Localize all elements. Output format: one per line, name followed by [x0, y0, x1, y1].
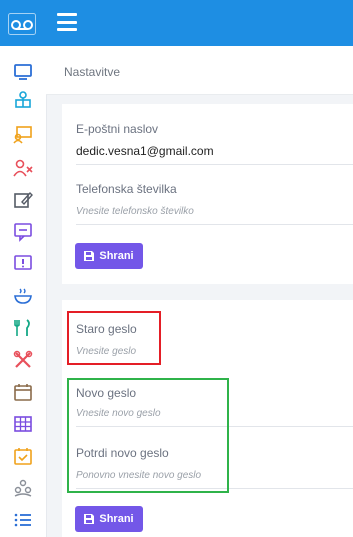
edit-icon[interactable]: [13, 190, 33, 210]
list-icon[interactable]: [13, 510, 33, 530]
save-contact-button[interactable]: Shrani: [75, 243, 143, 269]
floppy-disk-icon: [84, 251, 95, 261]
save-password-button[interactable]: Shrani: [75, 506, 143, 532]
person-tree-icon[interactable]: [13, 90, 33, 110]
sidebar: [0, 46, 47, 537]
voicemail-logo-icon[interactable]: [8, 13, 36, 35]
email-field-underline: [76, 164, 353, 165]
monitor-icon[interactable]: [13, 62, 33, 82]
save-contact-label: Shrani: [99, 250, 134, 262]
phone-field[interactable]: Vnesite telefonsko številko: [76, 206, 194, 217]
floppy-disk-icon: [84, 514, 95, 524]
hamburger-icon[interactable]: [57, 13, 77, 31]
kitchen-icon[interactable]: [13, 318, 33, 338]
breadcrumb: Nastavitve: [46, 46, 353, 95]
email-label: E-poštni naslov: [76, 122, 159, 136]
calendar-check-icon[interactable]: [13, 446, 33, 466]
calendar-icon[interactable]: [13, 382, 33, 402]
phone-field-underline: [76, 224, 353, 225]
alert-message-icon[interactable]: [13, 254, 33, 274]
email-field[interactable]: dedic.vesna1@gmail.com: [76, 144, 214, 158]
contact-settings-card: E-poštni naslov dedic.vesna1@gmail.com T…: [62, 104, 353, 284]
grid-icon[interactable]: [13, 414, 33, 434]
people-group-icon[interactable]: [13, 478, 33, 498]
food-bowl-icon[interactable]: [13, 286, 33, 306]
tools-icon[interactable]: [13, 350, 33, 370]
old-password-highlight: [67, 311, 161, 365]
save-password-label: Shrani: [99, 513, 134, 525]
page-title: Nastavitve: [64, 65, 121, 79]
new-password-highlight: [67, 378, 229, 493]
chat-icon[interactable]: [13, 222, 33, 242]
phone-label: Telefonska številka: [76, 182, 177, 196]
user-remove-icon[interactable]: [13, 158, 33, 178]
teacher-icon[interactable]: [13, 124, 33, 144]
top-bar: [0, 0, 353, 46]
